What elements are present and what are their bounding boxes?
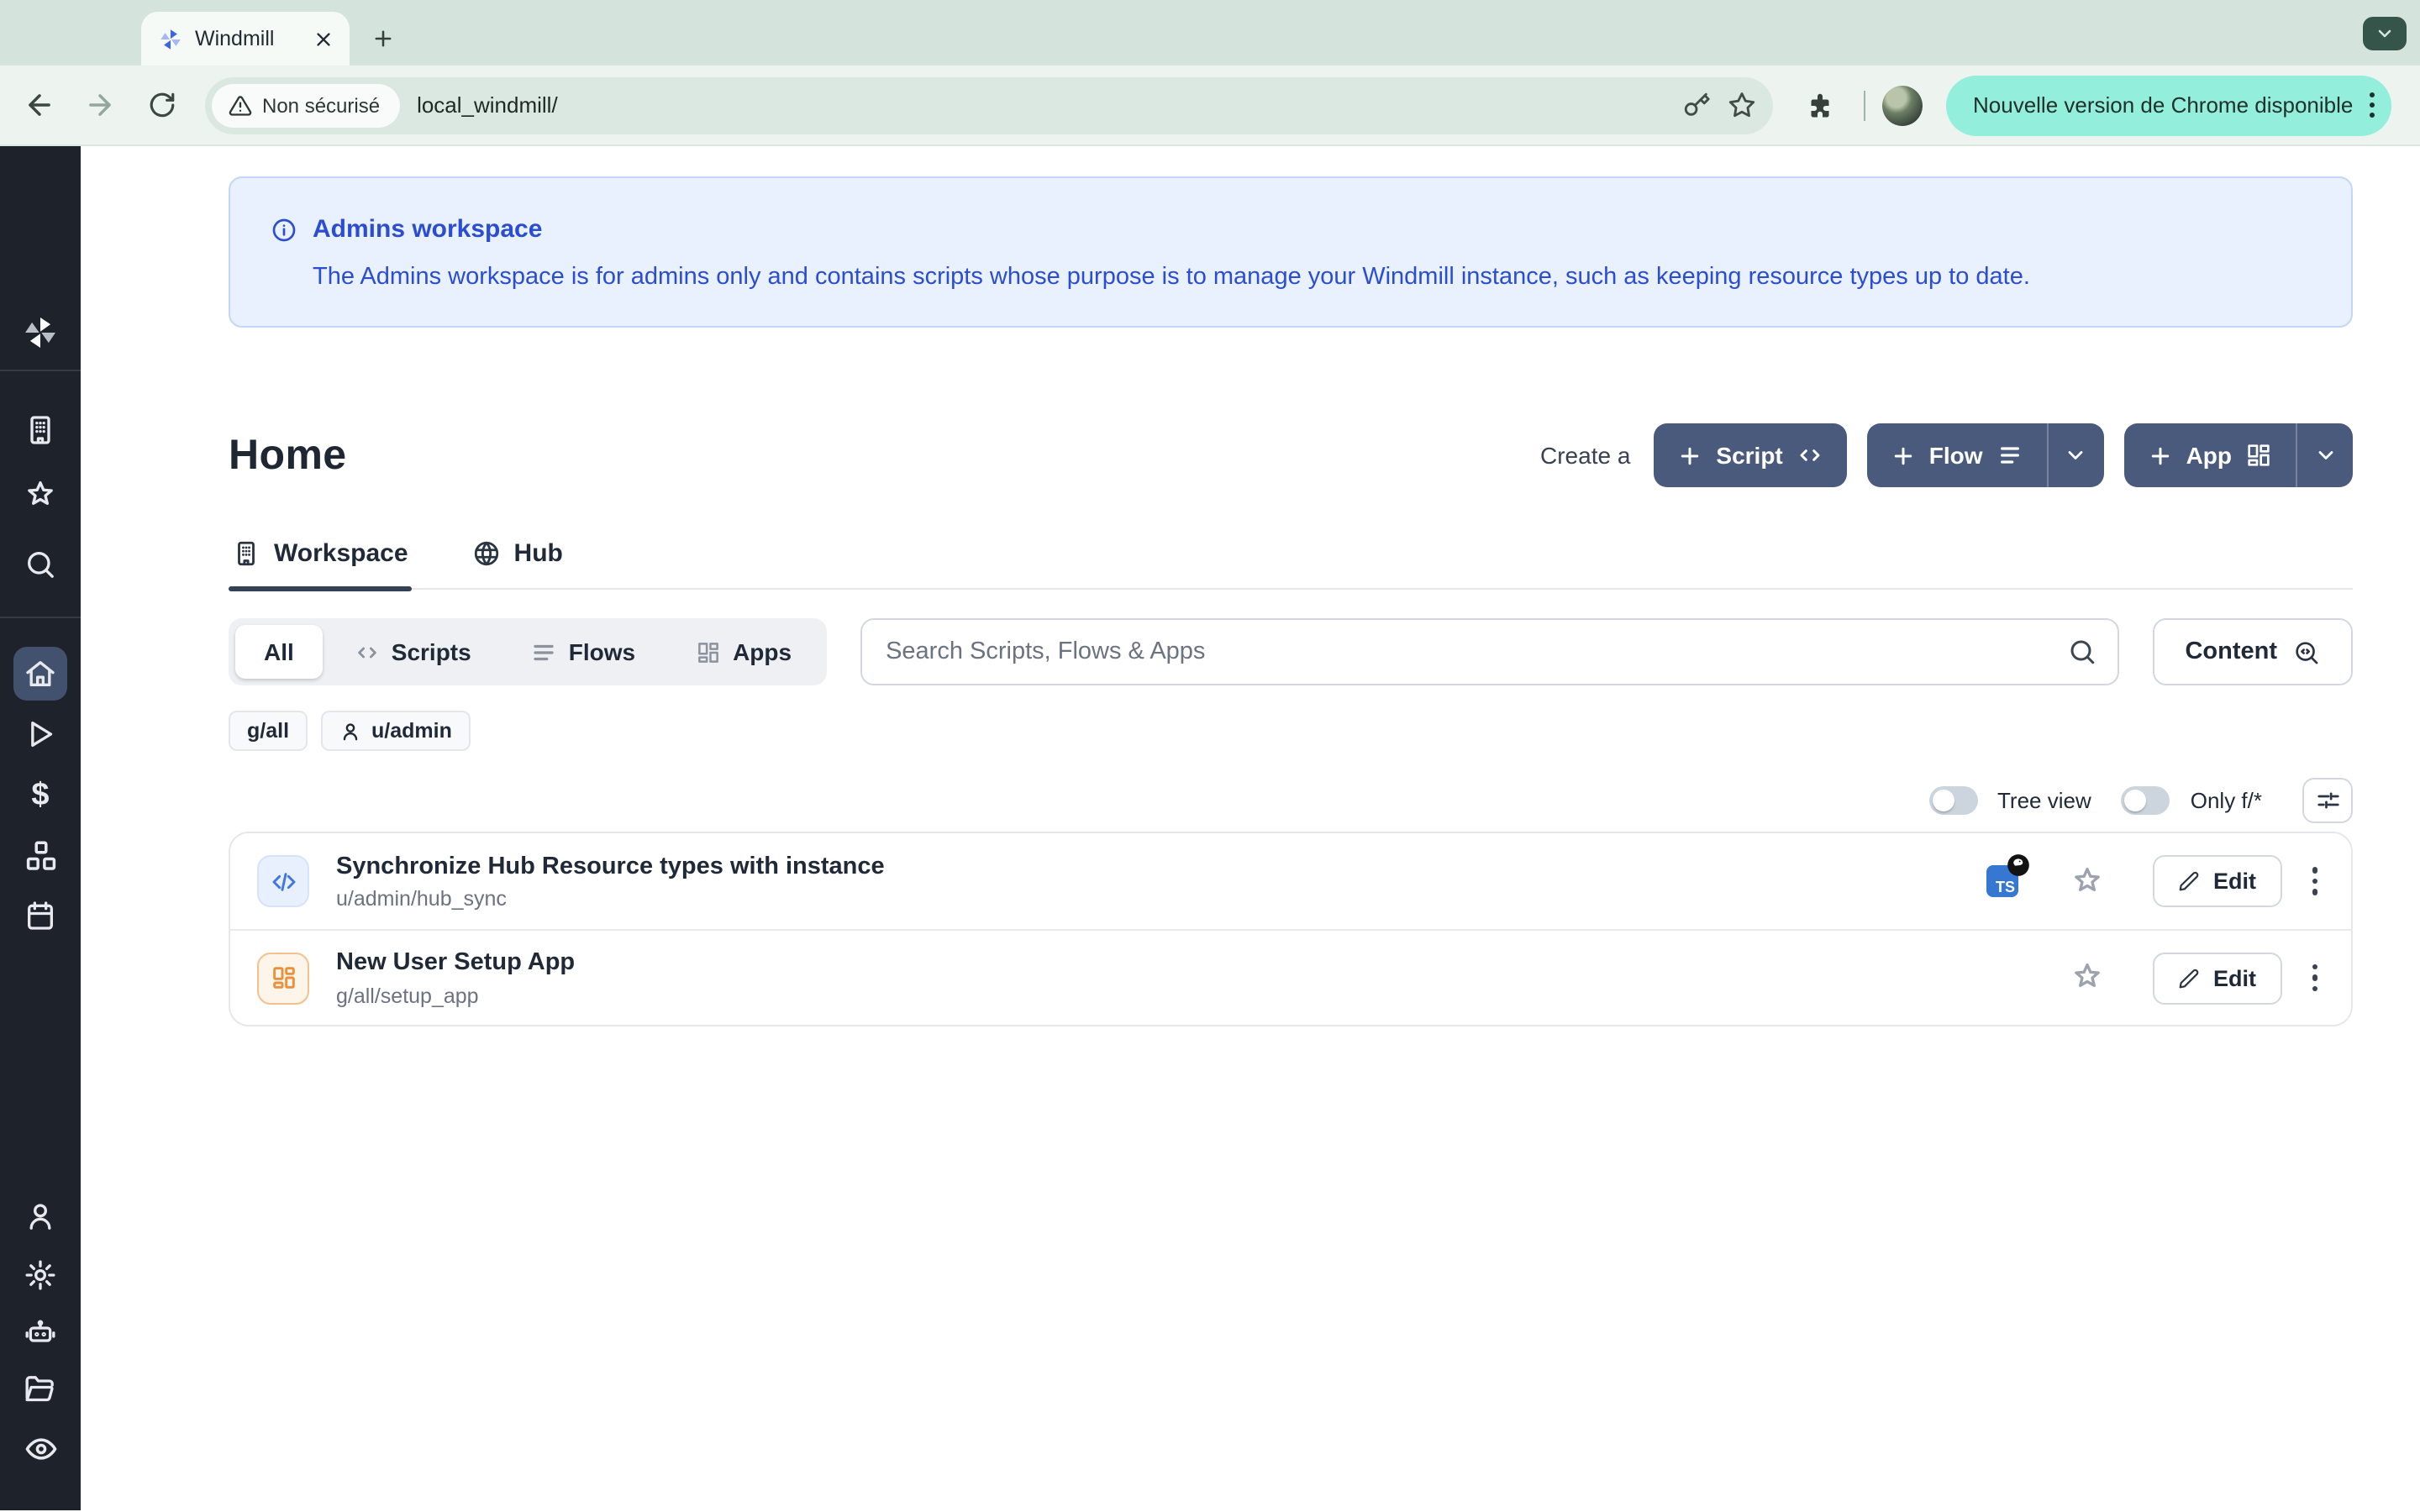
item-title[interactable]: Synchronize Hub Resource types with inst… [336,852,885,882]
sidebar-item-workspace[interactable] [0,413,81,447]
display-settings-button[interactable] [2302,777,2353,822]
security-label: Non sécurisé [262,93,380,117]
bookmark-star-icon[interactable] [1728,91,1756,119]
workspace-hub-tabs: Workspace Hub [229,539,2353,590]
filter-all[interactable]: All [235,625,323,679]
sidebar-item-users[interactable] [0,1200,81,1233]
create-a-label: Create a [1540,442,1630,469]
windmill-favicon-icon [158,26,183,51]
badge-u-admin[interactable]: u/admin [321,711,471,751]
warning-icon [229,93,252,117]
sidebar-divider-top [0,370,81,371]
forward-button[interactable] [74,80,124,130]
sidebar-item-home[interactable] [0,657,81,690]
chrome-update-label: Nouvelle version de Chrome disponible [1973,92,2353,118]
browser-tab[interactable]: Windmill [141,12,350,66]
search-input[interactable] [886,638,2067,665]
tab-title: Windmill [195,27,297,50]
item-path: g/all/setup_app [336,984,575,1007]
screen: Windmill Non sécurisé [0,0,2420,1512]
password-key-icon[interactable] [1682,91,1711,119]
main-content: Admins workspace The Admins workspace is… [81,146,2420,1510]
browser-tab-bar: Windmill [0,0,2420,66]
items-list: Synchronize Hub Resource types with inst… [229,832,2353,1026]
sidebar-item-settings[interactable] [0,1258,81,1292]
search-box[interactable] [860,618,2119,685]
banner-body: The Admins workspace is for admins only … [313,264,2311,291]
url-text[interactable]: local_windmill/ [417,92,1665,118]
browser-menu-icon[interactable] [2370,92,2375,118]
info-icon [271,216,297,243]
favorite-star-icon[interactable] [2069,959,2106,996]
search-icon [2067,637,2097,667]
pencil-icon [2178,870,2200,892]
globe-icon [472,539,501,568]
layout-grid-icon [696,639,721,664]
tab-close-icon[interactable] [309,25,336,52]
item-menu-icon[interactable] [2305,958,2324,999]
create-app-button[interactable]: App [2124,423,2296,487]
list-item-app[interactable]: New User Setup App g/all/setup_app Edit [230,929,2351,1025]
sidebar-item-runs[interactable] [0,717,81,751]
sidebar-item-audit-logs[interactable] [0,1431,81,1467]
page-title: Home [229,431,347,480]
typescript-badge: TS [1986,865,2018,897]
security-chip[interactable]: Non sécurisé [212,83,400,127]
tab-hub[interactable]: Hub [469,539,566,588]
edit-button[interactable]: Edit [2153,855,2281,907]
app-sidebar: $ [0,146,81,1510]
pencil-icon [2178,967,2200,989]
favorite-star-icon[interactable] [2069,863,2106,900]
item-path: u/admin/hub_sync [336,887,885,911]
content-button[interactable]: Content [2153,618,2353,685]
list-item-script[interactable]: Synchronize Hub Resource types with inst… [230,833,2351,929]
filter-apps[interactable]: Apps [667,625,820,679]
banner-title: Admins workspace [313,215,542,244]
create-flow-button[interactable]: Flow [1867,423,2047,487]
create-flow-dropdown[interactable] [2047,423,2104,487]
deno-icon [2007,853,2030,877]
new-tab-button[interactable] [363,18,403,59]
code-icon [355,639,380,664]
create-app-dropdown[interactable] [2296,423,2353,487]
filter-scripts[interactable]: Scripts [326,625,500,679]
flow-list-icon [532,639,557,664]
tab-search-button[interactable] [2363,17,2407,50]
reload-button[interactable] [136,80,187,130]
sidebar-item-search[interactable] [0,548,81,581]
user-icon [339,720,361,742]
item-menu-icon[interactable] [2305,861,2324,902]
sidebar-item-schedules[interactable] [0,899,81,932]
admins-workspace-banner: Admins workspace The Admins workspace is… [229,176,2353,328]
only-f-label: Only f/* [2191,787,2262,812]
tree-view-toggle[interactable] [1928,785,1977,814]
type-filter-segmented: All Scripts Flows [229,618,827,685]
profile-avatar[interactable] [1882,85,1923,125]
tab-workspace[interactable]: Workspace [229,539,412,588]
chrome-update-button[interactable]: Nouvelle version de Chrome disponible [1946,75,2391,135]
sidebar-item-favorites[interactable] [0,479,81,512]
address-bar[interactable]: Non sécurisé local_windmill/ [205,76,1773,134]
only-f-toggle[interactable] [2122,785,2170,814]
toolbar-divider [1864,90,1865,120]
sidebar-item-variables[interactable]: $ [0,778,81,815]
back-button[interactable] [13,80,64,130]
windmill-logo[interactable] [0,314,81,351]
edit-button[interactable]: Edit [2153,952,2281,1004]
sidebar-item-workers[interactable] [0,1315,81,1349]
sidebar-item-folders[interactable] [0,1373,81,1406]
sidebar-divider-mid [0,617,81,618]
script-type-icon [257,855,309,907]
building-icon [232,539,260,568]
filter-flows[interactable]: Flows [503,625,664,679]
content-search-icon [2292,638,2321,666]
browser-toolbar: Non sécurisé local_windmill/ Nouvelle ve… [0,66,2420,146]
item-title[interactable]: New User Setup App [336,948,575,979]
create-script-button[interactable]: Script [1654,423,1846,487]
app-type-icon [257,952,309,1004]
tree-view-label: Tree view [1997,787,2091,812]
sidebar-item-resources[interactable] [0,838,81,874]
badge-g-all[interactable]: g/all [229,711,308,751]
extensions-icon[interactable] [1797,81,1844,129]
